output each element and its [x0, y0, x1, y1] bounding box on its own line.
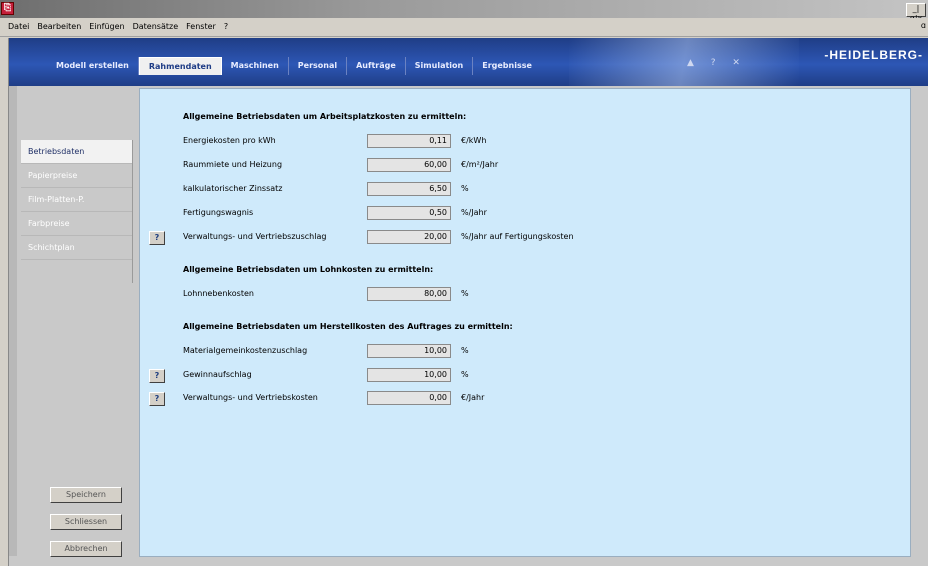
title-bar: ⎘ _|ɑ|x [0, 0, 928, 23]
field-unit: %/Jahr [461, 208, 487, 217]
materialgemeinkosten-field[interactable]: 10,00 [367, 344, 451, 358]
form-row: Materialgemeinkostenzuschlag 10,00 % [149, 344, 649, 359]
tab-auftraege[interactable]: Aufträge [347, 57, 406, 75]
sidebar-item-farbpreise[interactable]: Farbpreise [21, 212, 132, 236]
content-panel: Allgemeine Betriebsdaten um Arbeitsplatz… [139, 88, 911, 557]
raummiete-field[interactable]: 60,00 [367, 158, 451, 172]
form-row: Energiekosten pro kWh 0,11 €/kWh [149, 134, 649, 149]
help-button[interactable]: ? [149, 392, 165, 406]
form-row: Raummiete und Heizung 60,00 €/m²/Jahr [149, 158, 649, 173]
menu-help[interactable]: ? [220, 18, 232, 36]
field-label: Energiekosten pro kWh [183, 136, 276, 145]
energiekosten-field[interactable]: 0,11 [367, 134, 451, 148]
sidebar-item-papierpreise[interactable]: Papierpreise [21, 164, 132, 188]
menu-einfuegen[interactable]: Einfügen [85, 18, 128, 36]
field-label: Lohnnebenkosten [183, 289, 254, 298]
menu-datei[interactable]: Datei [0, 18, 33, 36]
section-title-lohnkosten: Allgemeine Betriebsdaten um Lohnkosten z… [183, 265, 434, 274]
field-label: Raummiete und Heizung [183, 160, 283, 169]
cancel-button[interactable]: Abbrechen [50, 541, 122, 557]
header-banner: Modell erstellen Rahmendaten Maschinen P… [9, 38, 928, 86]
help-button[interactable]: ? [149, 369, 165, 383]
fertigungswagnis-field[interactable]: 0,50 [367, 206, 451, 220]
field-unit: %/Jahr auf Fertigungskosten [461, 232, 574, 241]
heidelberg-logo: -HEIDELBERG- [824, 48, 923, 62]
form-row: Fertigungswagnis 0,50 %/Jahr [149, 206, 649, 221]
field-unit: % [461, 370, 469, 379]
field-unit: % [461, 346, 469, 355]
field-label: kalkulatorischer Zinssatz [183, 184, 283, 193]
field-unit: €/m²/Jahr [461, 160, 499, 169]
form-row: ? Verwaltungs- und Vertriebskosten 0,00 … [149, 391, 649, 406]
tab-modell-erstellen[interactable]: Modell erstellen [47, 57, 139, 75]
close-button[interactable]: Schliessen [50, 514, 122, 530]
main-tabs: Modell erstellen Rahmendaten Maschinen P… [47, 57, 541, 75]
tab-rahmendaten[interactable]: Rahmendaten [138, 57, 222, 75]
save-button[interactable]: Speichern [50, 487, 122, 503]
form-row: Lohnnebenkosten 80,00 % [149, 287, 649, 302]
section-title-arbeitsplatzkosten: Allgemeine Betriebsdaten um Arbeitsplatz… [183, 112, 467, 121]
vv-zuschlag-field[interactable]: 20,00 [367, 230, 451, 244]
tab-maschinen[interactable]: Maschinen [222, 57, 289, 75]
sidebar-item-betriebsdaten[interactable]: Betriebsdaten [21, 140, 132, 164]
menu-bar: Datei Bearbeiten Einfügen Datensätze Fenster… [0, 18, 928, 37]
menu-fenster[interactable]: Fenster [182, 18, 220, 36]
vv-kosten-field[interactable]: 0,00 [367, 391, 451, 405]
help-button[interactable]: ? [149, 231, 165, 245]
sidebar-item-film-platten[interactable]: Film-Platten-P. [21, 188, 132, 212]
form-row: ? Verwaltungs- und Vertriebszuschlag 20,… [149, 230, 649, 245]
lohnnebenkosten-field[interactable]: 80,00 [367, 287, 451, 301]
tab-ergebnisse[interactable]: Ergebnisse [473, 57, 541, 75]
section-title-herstellkosten: Allgemeine Betriebsdaten um Herstellkost… [183, 322, 513, 331]
field-label: Verwaltungs- und Vertriebszuschlag [183, 232, 327, 241]
form-row: kalkulatorischer Zinssatz 6,50 % [149, 182, 649, 197]
field-label: Verwaltungs- und Vertriebskosten [183, 393, 318, 402]
app-frame: Modell erstellen Rahmendaten Maschinen P… [8, 38, 928, 566]
field-label: Materialgemeinkostenzuschlag [183, 346, 308, 355]
zinssatz-field[interactable]: 6,50 [367, 182, 451, 196]
sidebar: Betriebsdaten Papierpreise Film-Platten-… [21, 140, 133, 283]
mdi-restore-icon[interactable]: ɑ [921, 21, 926, 30]
field-label: Gewinnaufschlag [183, 370, 252, 379]
menu-bearbeiten[interactable]: Bearbeiten [33, 18, 85, 36]
menu-datensaetze[interactable]: Datensätze [129, 18, 183, 36]
field-label: Fertigungswagnis [183, 208, 254, 217]
left-strip [9, 86, 17, 556]
header-swoosh [569, 38, 799, 86]
app-icon: ⎘ [1, 2, 14, 15]
gewinnaufschlag-field[interactable]: 10,00 [367, 368, 451, 382]
field-unit: % [461, 289, 469, 298]
form-row: ? Gewinnaufschlag 10,00 % [149, 368, 649, 383]
sidebar-item-schichtplan[interactable]: Schichtplan [21, 236, 132, 260]
field-unit: €/Jahr [461, 393, 485, 402]
header-help-icons[interactable]: ▲ ? ✕ [687, 58, 747, 68]
field-unit: €/kWh [461, 136, 487, 145]
tab-simulation[interactable]: Simulation [406, 57, 474, 75]
tab-personal[interactable]: Personal [289, 57, 348, 75]
window-controls[interactable]: _|ɑ|x [906, 3, 926, 23]
field-unit: % [461, 184, 469, 193]
